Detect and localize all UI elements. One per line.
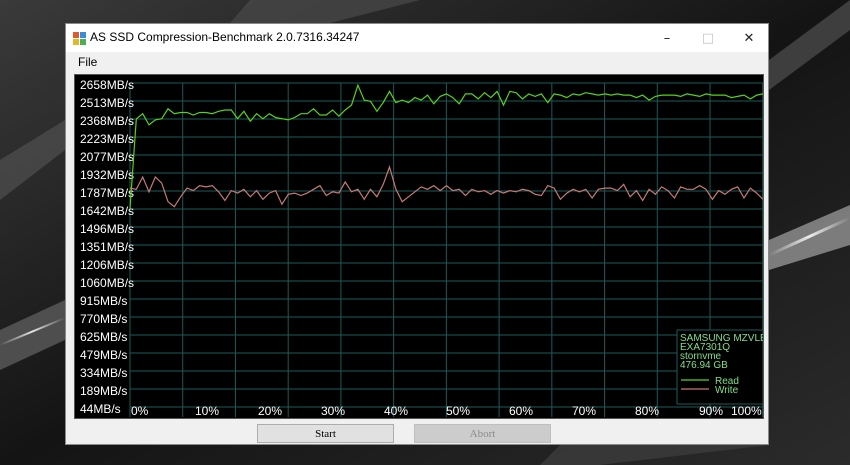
- x-tick-label: 50%: [446, 404, 470, 418]
- y-tick-label: 2513MB/s: [80, 96, 134, 110]
- minimize-button[interactable]: –: [647, 24, 687, 52]
- maximize-button: □: [688, 24, 728, 52]
- menu-bar: File: [66, 52, 768, 72]
- x-tick-label: 100%: [731, 404, 762, 418]
- x-tick-label: 90%: [699, 404, 723, 418]
- close-icon: ✕: [743, 30, 755, 46]
- y-tick-label: 2077MB/s: [80, 150, 134, 164]
- x-tick-label: 80%: [635, 404, 659, 418]
- x-tick-label: 10%: [195, 404, 219, 418]
- chart-svg: 2658MB/s 2513MB/s 2368MB/s 2223MB/s 2077MB/s…: [80, 78, 763, 418]
- menu-file[interactable]: File: [78, 55, 97, 69]
- benchmark-chart: 2658MB/s 2513MB/s 2368MB/s 2223MB/s 2077MB/s…: [74, 74, 764, 419]
- y-tick-label: 2658MB/s: [80, 78, 134, 92]
- y-tick-label: 915MB/s: [80, 294, 127, 308]
- legend-write-label: Write: [715, 385, 739, 396]
- y-tick-label: 625MB/s: [80, 330, 127, 344]
- y-tick-label: 1932MB/s: [80, 168, 134, 182]
- x-tick-label: 0%: [131, 404, 149, 418]
- y-tick-label: 1496MB/s: [80, 222, 134, 236]
- x-tick-label: 40%: [384, 404, 408, 418]
- y-tick-label: 770MB/s: [80, 312, 127, 326]
- legend-device-line: 476.94 GB: [680, 360, 728, 371]
- title-bar[interactable]: AS SSD Compression-Benchmark 2.0.7316.34…: [66, 24, 768, 52]
- x-tick-label: 30%: [321, 404, 345, 418]
- minimize-icon: –: [663, 30, 671, 46]
- app-window: AS SSD Compression-Benchmark 2.0.7316.34…: [65, 23, 769, 445]
- y-tick-label: 2368MB/s: [80, 114, 134, 128]
- x-tick-label: 70%: [572, 404, 596, 418]
- y-tick-label: 1206MB/s: [80, 258, 134, 272]
- y-tick-label: 1642MB/s: [80, 204, 134, 218]
- y-tick-label: 1787MB/s: [80, 186, 134, 200]
- abort-button: Abort: [414, 424, 551, 443]
- y-tick-label: 1351MB/s: [80, 240, 134, 254]
- y-tick-label: 2223MB/s: [80, 132, 134, 146]
- y-tick-label: 479MB/s: [80, 348, 127, 362]
- app-icon: [73, 32, 86, 45]
- y-tick-label: 44MB/s: [80, 402, 121, 416]
- close-button[interactable]: ✕: [729, 24, 769, 52]
- start-button[interactable]: Start: [257, 424, 394, 443]
- maximize-icon: □: [701, 30, 715, 46]
- x-tick-label: 60%: [509, 404, 533, 418]
- y-tick-label: 189MB/s: [80, 384, 127, 398]
- window-title: AS SSD Compression-Benchmark 2.0.7316.34…: [90, 30, 360, 44]
- y-tick-label: 1060MB/s: [80, 276, 134, 290]
- y-tick-label: 334MB/s: [80, 366, 127, 380]
- x-tick-label: 20%: [258, 404, 282, 418]
